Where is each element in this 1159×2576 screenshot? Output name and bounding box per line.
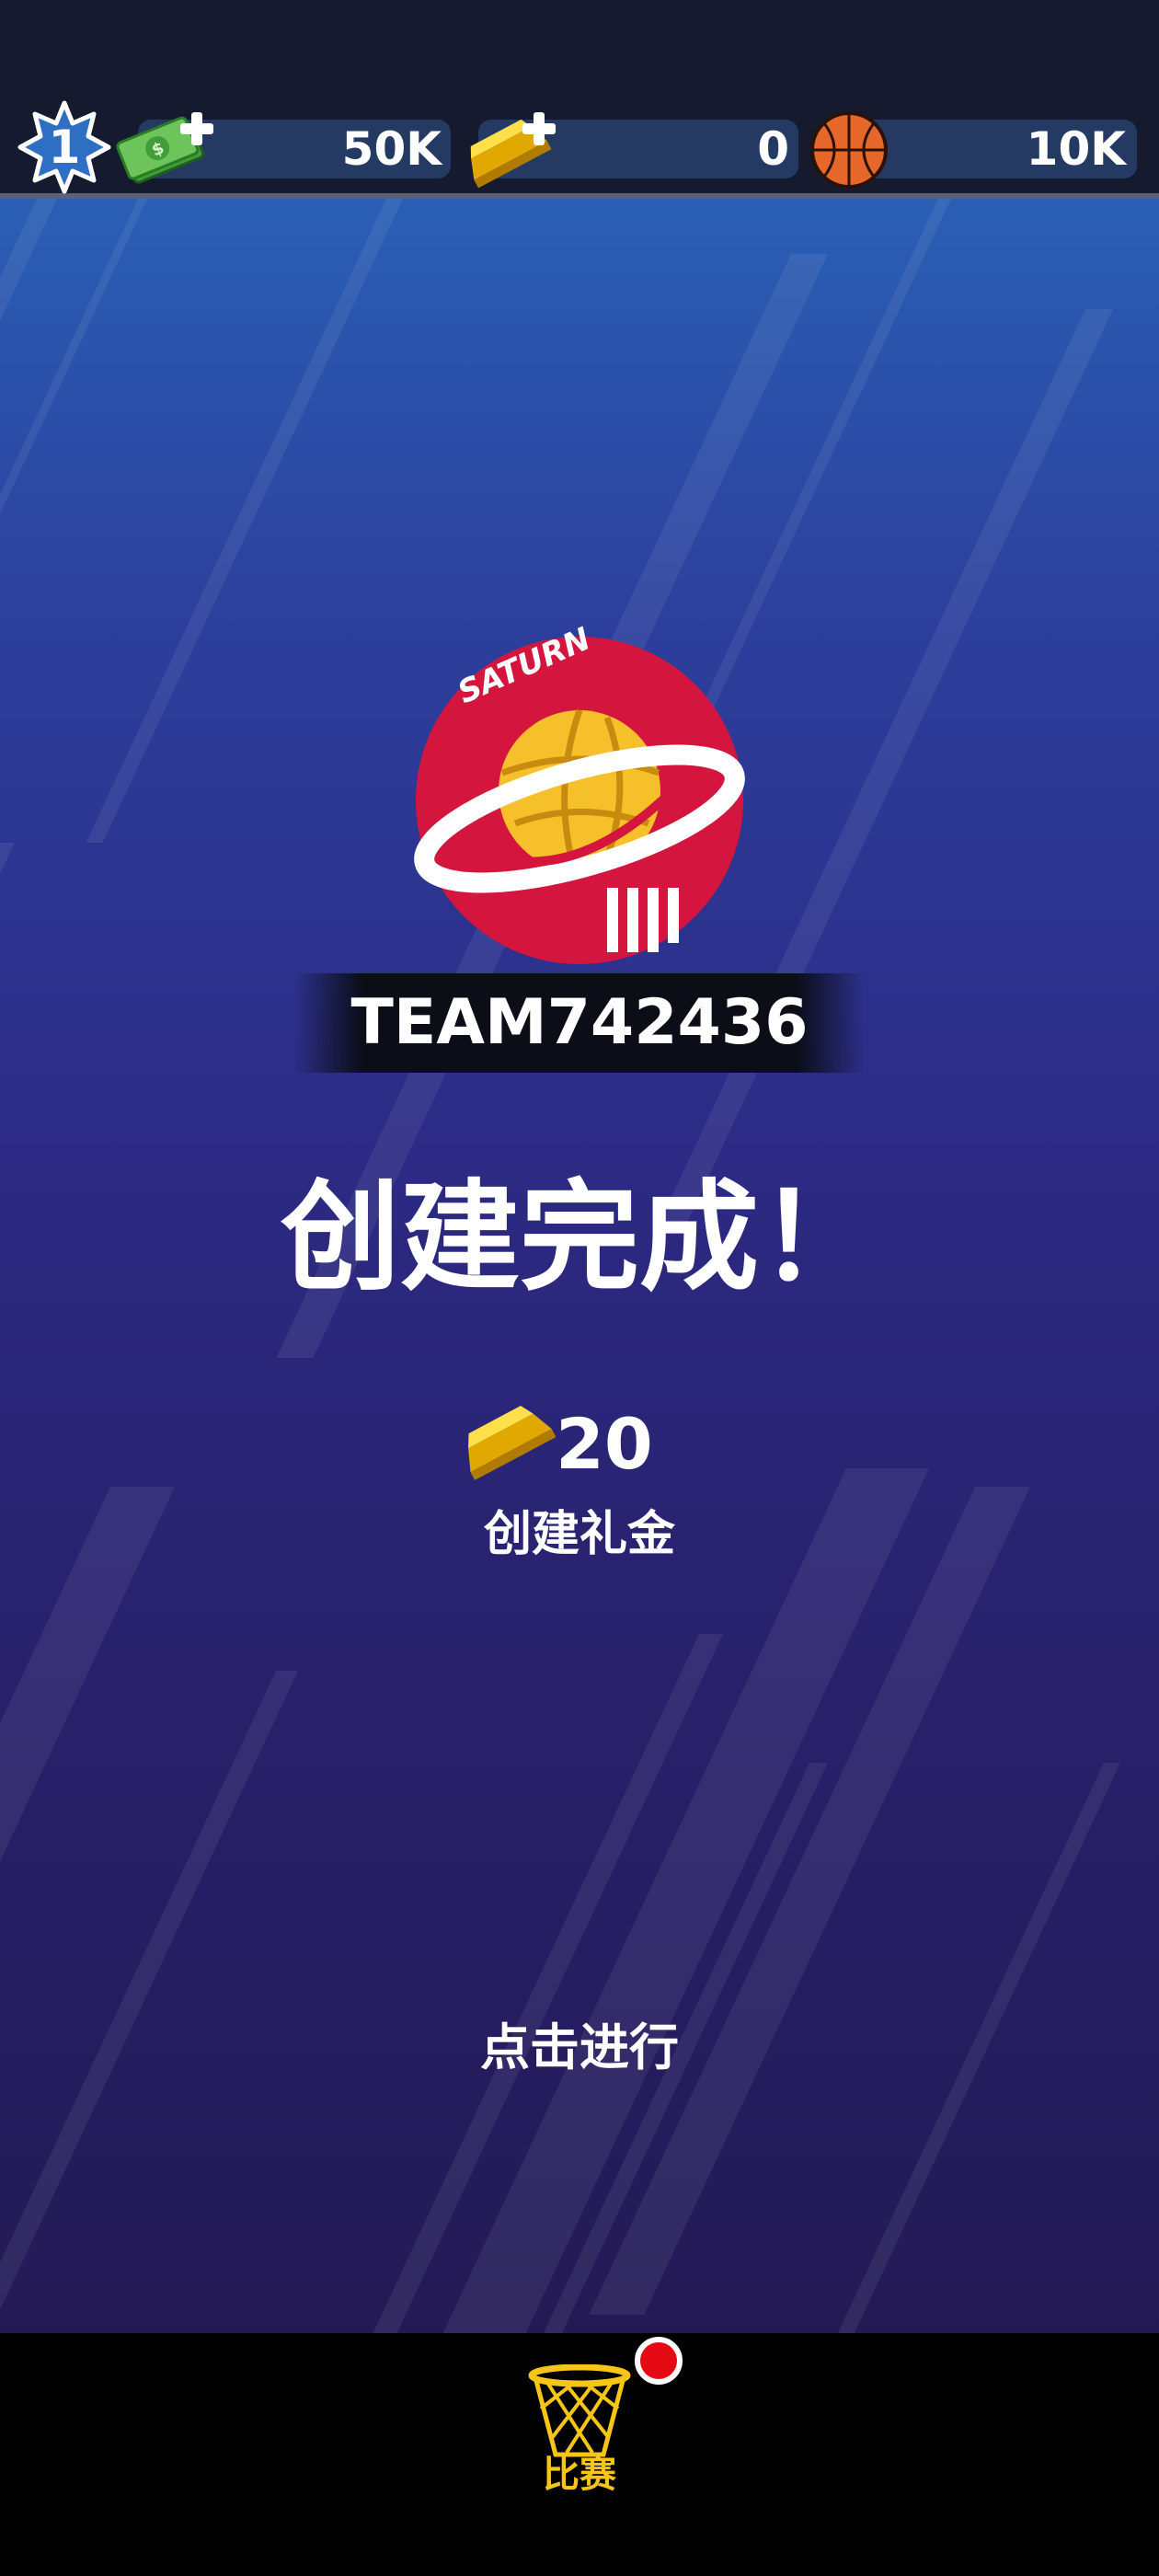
- basketball-value: 10K: [1026, 122, 1126, 176]
- tap-to-continue[interactable]: 点击进行: [0, 2011, 1159, 2085]
- plus-icon: [522, 112, 556, 145]
- notification-dot: [635, 2337, 683, 2385]
- top-resource-bar: 1 $ 50K 0 10K: [0, 0, 1159, 199]
- gold-value: 0: [757, 122, 789, 176]
- team-name: TEAM742436: [350, 986, 809, 1059]
- background-streak: [86, 199, 403, 843]
- background-streak: [0, 199, 57, 1027]
- creation-complete-title: 创建完成！: [280, 1167, 878, 1307]
- basketball-icon: [808, 109, 890, 191]
- add-gold-button[interactable]: [521, 110, 557, 147]
- gold-bar-icon: [454, 1391, 557, 1483]
- nav-item-match-label: 比赛: [543, 2454, 616, 2496]
- background-streak: [0, 1671, 299, 2333]
- reward-amount: 20: [556, 1403, 653, 1485]
- reward-label: 创建礼金: [483, 1507, 675, 1562]
- plus-icon: [180, 112, 213, 145]
- level-badge[interactable]: 1: [17, 99, 112, 195]
- level-number: 1: [48, 121, 81, 174]
- cash-value: 50K: [341, 122, 442, 176]
- add-cash-button[interactable]: [178, 110, 215, 147]
- background-streak: [0, 199, 147, 1211]
